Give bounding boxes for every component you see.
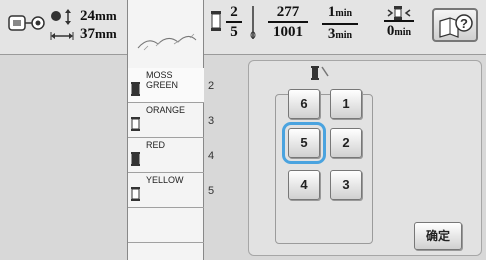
color-count: 25: [226, 4, 242, 40]
needle-button-5[interactable]: 5: [282, 122, 326, 164]
hoop-icon: [8, 15, 45, 31]
spool-icon: [211, 11, 221, 31]
thread-number: 2: [208, 80, 215, 92]
svg-text:?: ?: [460, 16, 468, 31]
thread-name: YELLOW: [146, 175, 184, 185]
needle-button-4[interactable]: 4: [288, 170, 320, 200]
status-bar: 24mm 37mm 25 277 1001 1min 3min 0min ?: [0, 0, 486, 55]
thread-row[interactable]: ORANGE: [128, 103, 205, 138]
thread-number-column: 2 3 4 5: [204, 68, 244, 260]
thread-row[interactable]: RED: [128, 138, 205, 173]
ok-button[interactable]: 确定: [414, 222, 462, 250]
stitch-count: 277 1001: [268, 4, 308, 40]
spool-icon: [131, 82, 140, 96]
needle-bar-icon: [311, 66, 329, 80]
embroidery-screen: 24mm 37mm 25 277 1001 1min 3min 0min ? M…: [0, 0, 486, 260]
width-readout: 37mm: [80, 26, 117, 42]
thread-number: 4: [208, 150, 215, 162]
needle-icon: [250, 6, 256, 39]
spool-icon: [131, 117, 140, 131]
thread-name: ORANGE: [146, 105, 186, 115]
height-readout: 24mm: [80, 8, 117, 24]
needle-button-1[interactable]: 1: [330, 89, 362, 119]
thread-list: MOSS GREEN ORANGE RED YELLOW: [127, 68, 205, 260]
thread-name: RED: [146, 140, 166, 150]
thread-row[interactable]: YELLOW: [128, 173, 205, 208]
spool-icon: [131, 187, 140, 201]
help-button[interactable]: ?: [432, 8, 478, 42]
thread-number: 3: [208, 115, 215, 127]
remaining-time: 0min: [384, 20, 414, 41]
thread-name: MOSS GREEN: [146, 70, 179, 90]
spool-icon: [131, 152, 140, 166]
thread-number: 5: [208, 185, 215, 197]
help-book-icon: ?: [439, 14, 473, 38]
time-count: 1min 3min: [322, 4, 358, 44]
needle-button-3[interactable]: 3: [330, 170, 362, 200]
thread-row[interactable]: MOSS GREEN: [128, 68, 205, 103]
needle-button-2[interactable]: 2: [330, 128, 362, 158]
needle-button-6[interactable]: 6: [288, 89, 320, 119]
design-preview: [127, 0, 204, 68]
size-arrows-icon: [50, 9, 74, 40]
design-thumbnail: [137, 33, 197, 51]
empty-row: [128, 208, 205, 243]
